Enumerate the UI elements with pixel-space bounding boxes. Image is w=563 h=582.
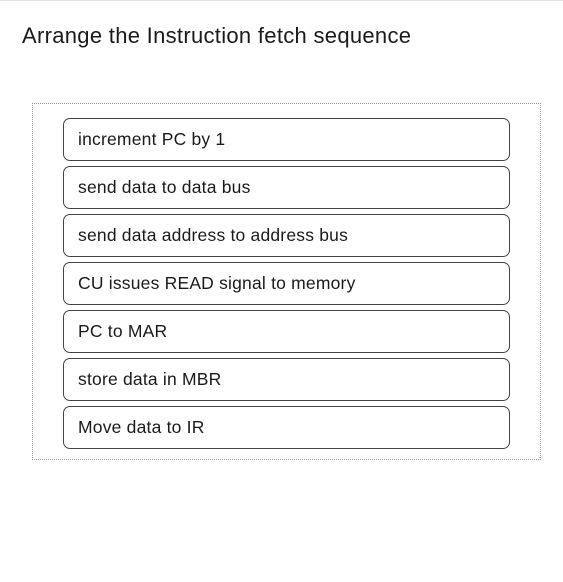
item-label: increment PC by 1 <box>78 129 225 149</box>
question-title: Arrange the Instruction fetch sequence <box>0 1 563 59</box>
item-label: send data address to address bus <box>78 225 348 245</box>
sortable-item[interactable]: store data in MBR <box>63 358 510 401</box>
sortable-item[interactable]: send data address to address bus <box>63 214 510 257</box>
sortable-item[interactable]: send data to data bus <box>63 166 510 209</box>
item-label: store data in MBR <box>78 369 221 389</box>
sortable-container[interactable]: increment PC by 1 send data to data bus … <box>32 103 541 460</box>
sortable-item[interactable]: PC to MAR <box>63 310 510 353</box>
item-label: Move data to IR <box>78 417 205 437</box>
item-label: CU issues READ signal to memory <box>78 273 356 293</box>
sortable-item[interactable]: Move data to IR <box>63 406 510 449</box>
item-label: send data to data bus <box>78 177 251 197</box>
sortable-item[interactable]: increment PC by 1 <box>63 118 510 161</box>
item-label: PC to MAR <box>78 321 167 341</box>
sortable-item[interactable]: CU issues READ signal to memory <box>63 262 510 305</box>
